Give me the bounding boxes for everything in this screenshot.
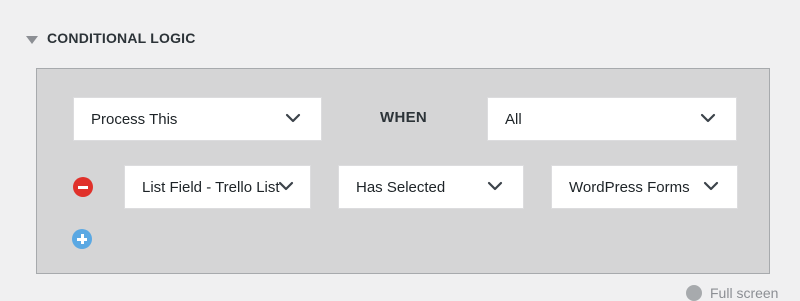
operator-select[interactable]: Has Selected [338, 165, 524, 209]
action-select-value: Process This [91, 110, 178, 128]
chevron-down-icon [700, 113, 716, 123]
add-rule-button[interactable] [72, 229, 92, 249]
caret-down-icon [26, 35, 38, 44]
remove-rule-button[interactable] [73, 177, 93, 197]
field-select-value: List Field - Trello List [142, 178, 280, 196]
chevron-down-icon [285, 113, 301, 123]
fullscreen-icon [686, 285, 702, 301]
conditional-logic-panel: Process This WHEN All List Field - Trell… [36, 68, 770, 274]
conditional-logic-toggle[interactable]: CONDITIONAL LOGIC [26, 26, 196, 50]
chevron-down-icon [487, 181, 503, 191]
fullscreen-button[interactable]: Full screen [686, 285, 778, 301]
value-select-value: WordPress Forms [569, 178, 690, 196]
field-select[interactable]: List Field - Trello List [124, 165, 311, 209]
match-select-value: All [505, 110, 522, 128]
chevron-down-icon [703, 181, 719, 191]
section-title: CONDITIONAL LOGIC [47, 30, 196, 46]
chevron-down-icon [278, 181, 294, 191]
value-select[interactable]: WordPress Forms [551, 165, 738, 209]
when-label: WHEN [380, 109, 428, 126]
match-select[interactable]: All [487, 97, 737, 141]
minus-icon [78, 185, 88, 189]
operator-select-value: Has Selected [356, 178, 446, 196]
action-select[interactable]: Process This [73, 97, 322, 141]
fullscreen-label: Full screen [710, 285, 779, 301]
